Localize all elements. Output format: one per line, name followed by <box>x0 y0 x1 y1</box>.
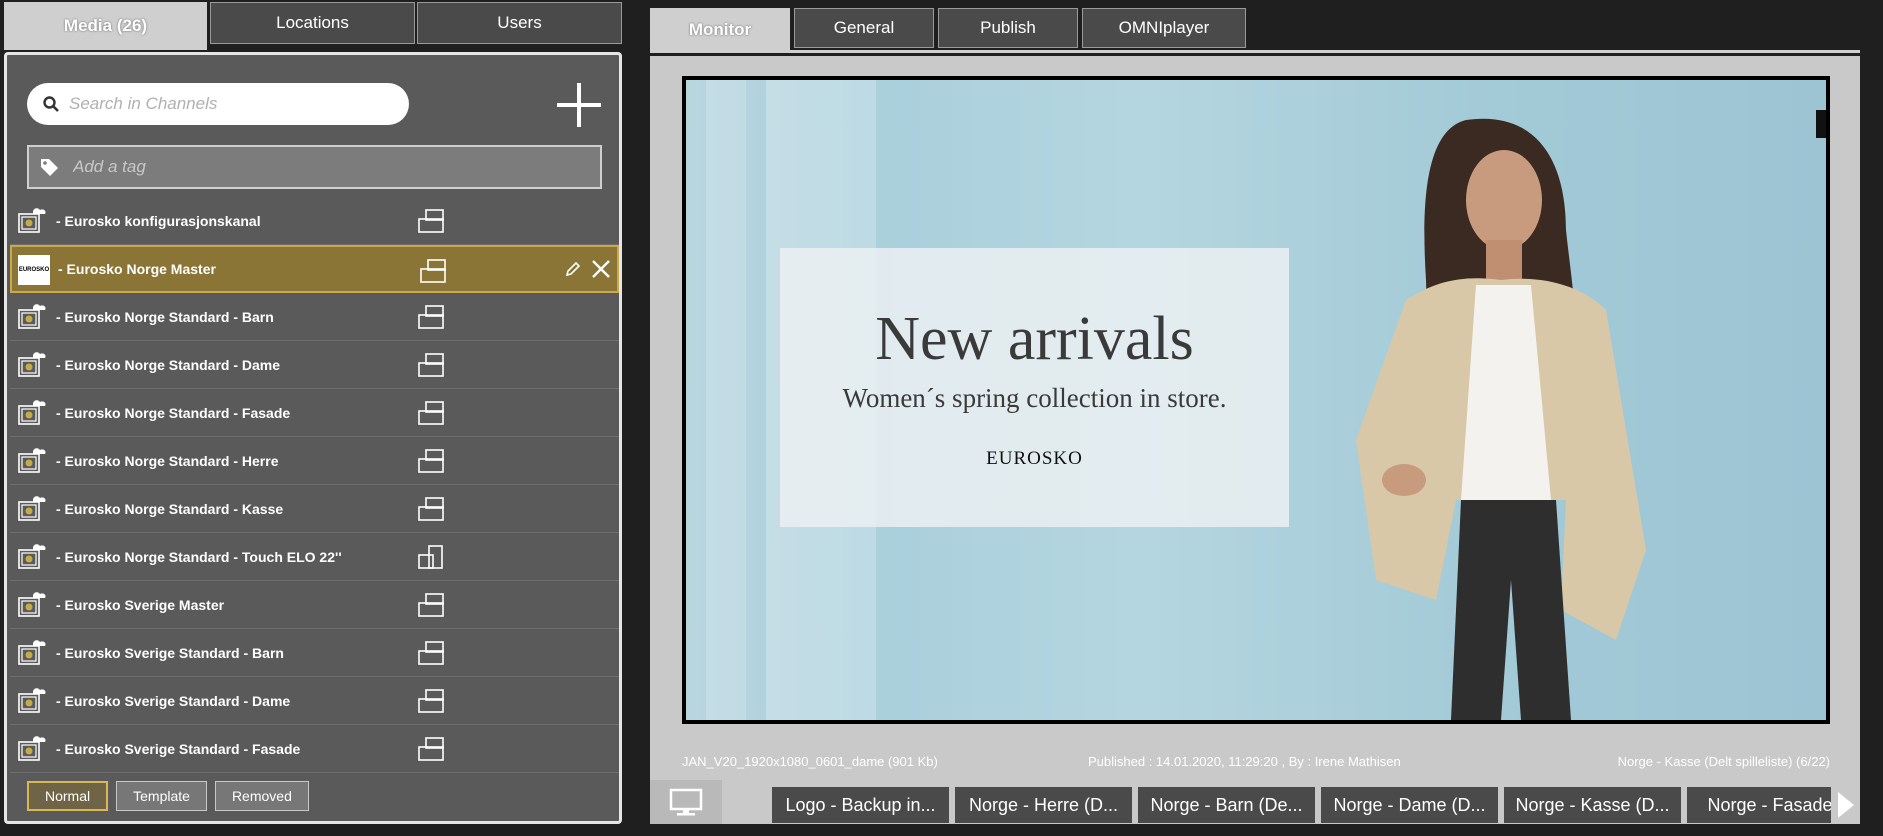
landscape-orientation-icon <box>418 689 444 713</box>
search-input[interactable] <box>69 94 389 114</box>
preview-screen: New arrivals Women´s spring collection i… <box>682 76 1830 724</box>
channel-row[interactable]: - Eurosko Norge Standard - Herre <box>10 437 619 485</box>
filter-normal-button[interactable]: Normal <box>27 781 109 811</box>
playlist-button[interactable]: Logo - Backup in... <box>771 786 950 824</box>
landscape-orientation-icon <box>418 209 444 233</box>
landscape-orientation-icon <box>418 401 444 425</box>
cloud-screen-icon <box>16 492 48 524</box>
cloud-screen-icon <box>16 300 48 332</box>
channel-name: - Eurosko Norge Master <box>58 261 216 277</box>
channel-row[interactable]: - Eurosko Norge Standard - Touch ELO 22'… <box>10 533 619 581</box>
channel-row[interactable]: - Eurosko Sverige Master <box>10 581 619 629</box>
channel-row[interactable]: - Eurosko Norge Standard - Barn <box>10 293 619 341</box>
filter-template-button[interactable]: Template <box>116 781 207 811</box>
tag-field[interactable] <box>27 145 602 189</box>
channel-name: - Eurosko Norge Standard - Touch ELO 22'… <box>56 548 342 565</box>
landscape-orientation-icon <box>418 353 444 377</box>
tab-underline <box>650 50 1860 53</box>
cloud-screen-icon <box>16 636 48 668</box>
channel-name: - Eurosko Norge Standard - Barn <box>56 308 274 325</box>
ad-subline: Women´s spring collection in store. <box>842 383 1227 413</box>
playlist-button[interactable]: Norge - Herre (D... <box>954 786 1133 824</box>
portrait-orientation-icon <box>418 545 444 569</box>
channel-row[interactable]: - Eurosko Norge Standard - Fasade <box>10 389 619 437</box>
monitor-toggle-button[interactable] <box>650 780 722 824</box>
channel-row[interactable]: EUROSKO - Eurosko Norge Master <box>10 245 619 293</box>
row-actions <box>565 259 611 279</box>
publish-info: Published : 14.01.2020, 11:29:20 , By : … <box>1088 754 1401 769</box>
playlist-info: Norge - Kasse (Delt spilleliste) (6/22) <box>1617 754 1830 769</box>
channel-name: - Eurosko Norge Standard - Kasse <box>56 500 284 517</box>
ad-preview: New arrivals Women´s spring collection i… <box>686 80 1826 720</box>
file-info: JAN_V20_1920x1080_0601_dame (901 Kb) <box>682 754 938 769</box>
channel-name: - Eurosko Sverige Master <box>56 596 225 613</box>
search-icon <box>43 96 59 112</box>
landscape-orientation-icon <box>418 497 444 521</box>
playlist-button[interactable]: Norge - Dame (D... <box>1320 786 1499 824</box>
media-panel: - Eurosko konfigurasjonskanal EUROSKO - Eu… <box>4 52 622 824</box>
tab-monitor[interactable]: Monitor <box>650 8 790 52</box>
monitor-icon <box>669 788 703 816</box>
ad-headline: New arrivals <box>875 305 1194 373</box>
cloud-screen-icon <box>16 540 48 572</box>
channel-name: - Eurosko Norge Standard - Dame <box>56 356 281 373</box>
cloud-screen-icon <box>16 588 48 620</box>
landscape-orientation-icon <box>418 737 444 761</box>
channel-name: - Eurosko Sverige Standard - Dame <box>56 692 291 709</box>
tab-media[interactable]: Media (26) <box>4 2 207 50</box>
model-photo <box>1356 118 1646 720</box>
cloud-screen-icon <box>16 396 48 428</box>
channel-row[interactable]: - Eurosko Sverige Standard - Barn <box>10 629 619 677</box>
landscape-orientation-icon <box>418 449 444 473</box>
playlist-strip: Logo - Backup in... Norge - Herre (D... … <box>771 786 1831 824</box>
channel-name: - Eurosko Sverige Standard - Fasade <box>56 740 301 757</box>
landscape-orientation-icon <box>418 305 444 329</box>
playlist-button[interactable]: Norge - Barn (De... <box>1137 786 1316 824</box>
channel-name: - Eurosko Norge Standard - Herre <box>56 452 279 469</box>
left-tab-bar: Media (26) Locations Users <box>4 2 622 50</box>
channel-logo: EUROSKO <box>18 255 50 285</box>
monitor-panel: New arrivals Women´s spring collection i… <box>650 56 1860 824</box>
light-streak <box>706 80 746 720</box>
channel-list: - Eurosko konfigurasjonskanal EUROSKO - Eu… <box>10 197 619 773</box>
tag-input[interactable] <box>73 157 573 177</box>
tab-general[interactable]: General <box>794 8 934 48</box>
landscape-orientation-icon <box>418 641 444 665</box>
cloud-screen-icon <box>16 444 48 476</box>
channel-name: - Eurosko Norge Standard - Fasade <box>56 404 291 421</box>
channel-name: - Eurosko konfigurasjonskanal <box>56 212 261 229</box>
channel-row[interactable]: - Eurosko konfigurasjonskanal <box>10 197 619 245</box>
channel-row[interactable]: - Eurosko Sverige Standard - Fasade <box>10 725 619 773</box>
search-field[interactable] <box>27 83 409 125</box>
tab-publish[interactable]: Publish <box>938 8 1078 48</box>
add-channel-button[interactable] <box>555 81 603 129</box>
cloud-screen-icon <box>16 732 48 764</box>
channel-row[interactable]: - Eurosko Sverige Standard - Dame <box>10 677 619 725</box>
close-icon[interactable] <box>591 259 611 279</box>
filter-group: Normal Template Removed <box>27 781 309 811</box>
side-label <box>1816 110 1826 138</box>
channel-row[interactable]: - Eurosko Norge Standard - Kasse <box>10 485 619 533</box>
next-arrow-icon[interactable] <box>1838 792 1854 818</box>
cloud-screen-icon <box>16 348 48 380</box>
edit-icon[interactable] <box>565 261 581 277</box>
playlist-button[interactable]: Norge - Kasse (D... <box>1503 786 1682 824</box>
cloud-screen-icon <box>16 204 48 236</box>
tab-users[interactable]: Users <box>417 2 622 44</box>
cloud-screen-icon <box>16 684 48 716</box>
tag-icon <box>41 159 58 176</box>
channel-name: - Eurosko Sverige Standard - Barn <box>56 644 284 661</box>
filter-removed-button[interactable]: Removed <box>214 781 309 811</box>
playlist-button[interactable]: Norge - Fasade ( <box>1686 786 1831 824</box>
landscape-orientation-icon <box>418 593 444 617</box>
tab-omniplayer[interactable]: OMNIplayer <box>1082 8 1246 48</box>
landscape-orientation-icon <box>420 259 446 283</box>
ad-brand-logo: EUROSKO <box>986 448 1083 469</box>
tab-locations[interactable]: Locations <box>210 2 415 44</box>
channel-row[interactable]: - Eurosko Norge Standard - Dame <box>10 341 619 389</box>
ad-text-box: New arrivals Women´s spring collection i… <box>780 248 1289 527</box>
